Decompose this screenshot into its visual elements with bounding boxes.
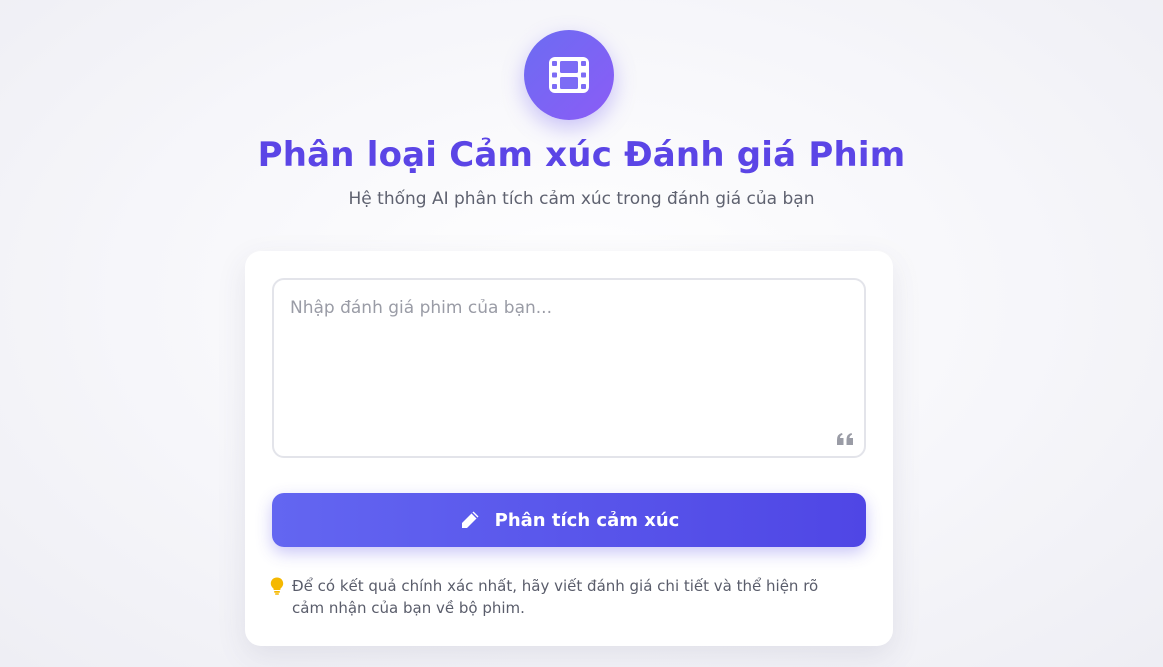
page-subtitle: Hệ thống AI phân tích cảm xúc trong đánh…: [348, 189, 815, 209]
lightbulb-icon: [270, 577, 284, 595]
tip-text: Để có kết quả chính xác nhất, hãy viết đ…: [292, 577, 819, 617]
analyze-button-label: Phân tích cảm xúc: [494, 509, 680, 531]
pencil-icon: [461, 511, 479, 528]
app-logo: [524, 30, 614, 120]
review-card: Phân tích cảm xúc Để có kết quả chính xá…: [245, 251, 893, 646]
review-input[interactable]: [272, 278, 866, 458]
analyze-button[interactable]: Phân tích cảm xúc: [272, 493, 866, 547]
tip: Để có kết quả chính xác nhất, hãy viết đ…: [270, 575, 850, 619]
quote-icon: [837, 433, 853, 445]
page-title: Phân loại Cảm xúc Đánh giá Phim: [257, 135, 906, 175]
film-icon: [549, 57, 589, 93]
review-input-wrapper: [272, 278, 866, 458]
